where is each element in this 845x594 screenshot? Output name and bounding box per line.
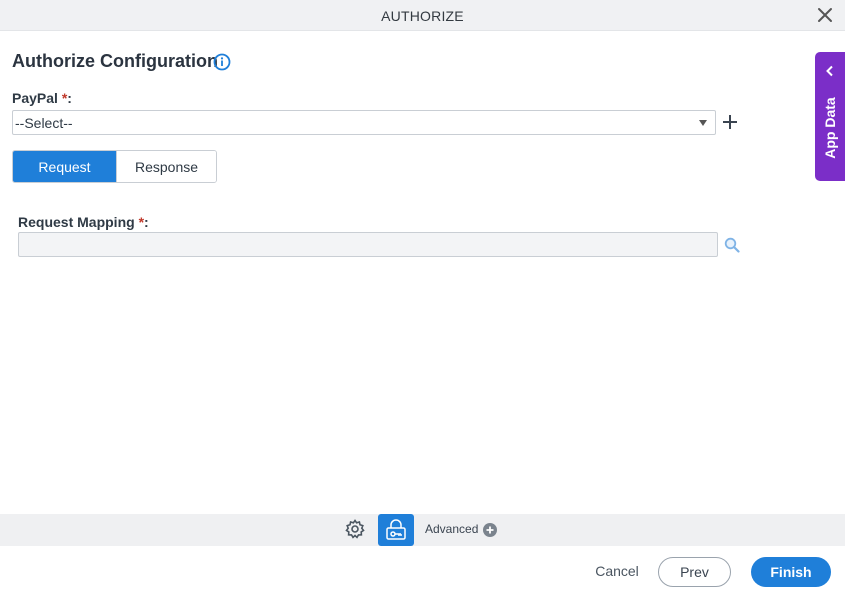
prev-button[interactable]: Prev <box>658 557 731 587</box>
request-mapping-label-text: Request Mapping <box>18 214 135 230</box>
tab-request[interactable]: Request <box>13 151 116 182</box>
dialog-title-bar: AUTHORIZE <box>0 0 845 31</box>
label-colon: : <box>67 90 72 106</box>
request-response-tabs: Request Response <box>12 150 217 183</box>
paypal-select-value: --Select-- <box>15 115 73 131</box>
paypal-select[interactable]: --Select-- <box>12 110 716 135</box>
gear-icon[interactable] <box>344 518 366 540</box>
tab-response[interactable]: Response <box>116 151 216 182</box>
request-mapping-field[interactable] <box>18 232 718 257</box>
finish-button[interactable]: Finish <box>751 557 831 587</box>
info-icon[interactable] <box>213 53 231 71</box>
search-icon[interactable] <box>724 237 740 253</box>
authorize-settings-button[interactable] <box>378 514 414 546</box>
lock-key-icon <box>386 519 406 540</box>
bottom-toolbar <box>0 514 845 546</box>
request-mapping-label: Request Mapping *: <box>18 214 149 230</box>
app-data-label: App Data <box>822 97 838 159</box>
plus-icon[interactable] <box>722 114 738 130</box>
add-circle-icon[interactable] <box>483 523 497 537</box>
cancel-button[interactable]: Cancel <box>590 563 644 579</box>
paypal-label: PayPal *: <box>12 90 72 106</box>
app-data-panel-toggle[interactable]: App Data <box>815 52 845 181</box>
paypal-label-text: PayPal <box>12 90 58 106</box>
close-icon[interactable] <box>817 7 833 23</box>
advanced-label[interactable]: Advanced <box>425 522 478 536</box>
dropdown-caret-icon <box>699 120 707 126</box>
label-colon: : <box>144 214 149 230</box>
chevron-left-icon <box>824 64 836 77</box>
page-title: Authorize Configuration <box>12 51 218 71</box>
dialog-title: AUTHORIZE <box>381 8 464 24</box>
